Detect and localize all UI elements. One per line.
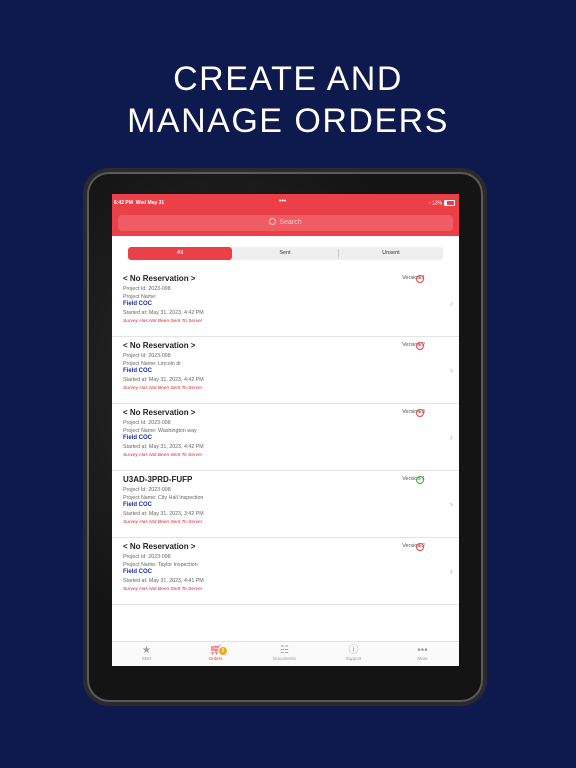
star-icon: ★ bbox=[142, 645, 151, 656]
tab-label: Start bbox=[141, 656, 152, 661]
order-warning: Survey Has Not Been Sent To Server bbox=[123, 386, 203, 391]
segment-unsent[interactable]: Unsent bbox=[339, 247, 443, 260]
order-type: Field COC bbox=[123, 435, 153, 441]
battery-percent: 13% bbox=[431, 200, 442, 207]
tab-bar: ★ Start 🛒︎ 5 Orders ☷ Documents ⓘ Suppor… bbox=[112, 641, 459, 666]
order-warning: Survey Has Not Been Sent To Server bbox=[123, 319, 203, 324]
order-project-name: Project Name: bbox=[123, 294, 157, 300]
more-icon: ••• bbox=[417, 645, 428, 656]
tab-orders[interactable]: 🛒︎ 5 Orders bbox=[181, 645, 250, 661]
order-project-name: Project Name: Washington way bbox=[123, 428, 197, 434]
not-sent-x-icon: ✕ bbox=[416, 342, 424, 350]
order-title: < No Reservation > bbox=[123, 408, 196, 417]
chevron-right-icon: › bbox=[450, 566, 453, 576]
status-time: 6:42 PM Wed May 31 bbox=[114, 200, 165, 206]
app-screen: 6:42 PM Wed May 31 ••• ◔ 13% Search All … bbox=[112, 194, 459, 666]
order-type: Field COC bbox=[123, 502, 153, 508]
order-row[interactable]: < No Reservation > Version 2 ✕ Project I… bbox=[112, 337, 459, 404]
info-icon: ⓘ bbox=[348, 645, 359, 656]
cart-icon: 🛒︎ bbox=[209, 645, 222, 656]
segment-all[interactable]: All bbox=[128, 247, 232, 260]
chevron-right-icon: › bbox=[450, 365, 453, 375]
order-warning: Survey Has Not Been Sent To Server bbox=[123, 520, 203, 525]
chevron-right-icon: › bbox=[450, 298, 453, 308]
not-sent-x-icon: ✕ bbox=[416, 409, 424, 417]
order-row[interactable]: < No Reservation > Version 1 ✕ Project I… bbox=[112, 270, 459, 337]
not-sent-x-icon: ✕ bbox=[416, 543, 424, 551]
order-project-id: Project Id: 2023-098 bbox=[123, 420, 171, 426]
order-project-id: Project Id: 2023-098 bbox=[123, 353, 171, 359]
tab-label: Documents bbox=[273, 656, 296, 661]
segment-sent[interactable]: Sent bbox=[233, 247, 337, 260]
orders-count-badge: 5 bbox=[219, 647, 227, 655]
status-bar: 6:42 PM Wed May 31 ••• ◔ 13% bbox=[112, 198, 459, 208]
tab-more[interactable]: ••• More bbox=[388, 645, 457, 661]
tab-documents[interactable]: ☷ Documents bbox=[250, 645, 319, 661]
order-started: Started at: May 31, 2023, 3:42 PM bbox=[123, 511, 204, 517]
wifi-icon: ◔ bbox=[427, 200, 431, 207]
filter-segmented-control: All Sent Unsent bbox=[128, 247, 443, 260]
order-type: Field COC bbox=[123, 301, 153, 307]
chevron-right-icon: › bbox=[450, 499, 453, 509]
not-sent-x-icon: ✕ bbox=[416, 275, 424, 283]
tab-label: More bbox=[417, 656, 428, 661]
order-project-name: Project Name: Taylor Inspection bbox=[123, 562, 198, 568]
chevron-right-icon: › bbox=[450, 432, 453, 442]
orders-list: < No Reservation > Version 1 ✕ Project I… bbox=[112, 270, 459, 605]
status-right: ◔ 13% bbox=[428, 200, 455, 206]
order-warning: Survey Has Not Been Sent To Server bbox=[123, 587, 203, 592]
order-row[interactable]: U3AD-3PRD-FUFP Version 1 ✓ Project Id: 2… bbox=[112, 471, 459, 538]
order-started: Started at: May 31, 2023, 4:41 PM bbox=[123, 578, 204, 584]
order-project-id: Project Id: 2023-098 bbox=[123, 487, 171, 493]
order-type: Field COC bbox=[123, 368, 153, 374]
order-type: Field COC bbox=[123, 569, 153, 575]
order-title: < No Reservation > bbox=[123, 274, 196, 283]
order-project-name: Project Name: Lincoln dr bbox=[123, 361, 181, 367]
document-icon: ☷ bbox=[280, 645, 289, 656]
multitask-dots-icon[interactable]: ••• bbox=[279, 198, 286, 205]
tab-label: Orders bbox=[208, 656, 223, 661]
order-title: < No Reservation > bbox=[123, 341, 196, 350]
headline: CREATE AND MANAGE ORDERS bbox=[0, 58, 576, 142]
order-project-name: Project Name: City Hall Inspection bbox=[123, 495, 204, 501]
order-project-id: Project Id: 2023-098 bbox=[123, 554, 171, 560]
order-started: Started at: May 31, 2023, 4:42 PM bbox=[123, 377, 204, 383]
headline-line-2: MANAGE ORDERS bbox=[127, 102, 449, 140]
top-bar: 6:42 PM Wed May 31 ••• ◔ 13% Search bbox=[112, 194, 459, 236]
search-placeholder: Search bbox=[279, 219, 302, 226]
order-project-id: Project Id: 2023-098 bbox=[123, 286, 171, 292]
tab-label: Support bbox=[345, 656, 362, 661]
order-title: < No Reservation > bbox=[123, 542, 196, 551]
headline-line-1: CREATE AND bbox=[173, 60, 403, 98]
order-row[interactable]: < No Reservation > Version 2 ✕ Project I… bbox=[112, 538, 459, 605]
tab-support[interactable]: ⓘ Support bbox=[319, 645, 388, 661]
order-started: Started at: May 31, 2023, 4:42 PM bbox=[123, 310, 204, 316]
search-icon bbox=[269, 218, 277, 225]
battery-icon bbox=[444, 200, 455, 206]
sent-check-icon: ✓ bbox=[416, 476, 424, 484]
tab-start[interactable]: ★ Start bbox=[112, 645, 181, 661]
search-bar[interactable]: Search bbox=[118, 215, 453, 231]
order-warning: Survey Has Not Been Sent To Server bbox=[123, 453, 203, 458]
order-title: U3AD-3PRD-FUFP bbox=[123, 475, 193, 484]
order-started: Started at: May 31, 2023, 4:42 PM bbox=[123, 444, 204, 450]
order-row[interactable]: < No Reservation > Version 3 ✕ Project I… bbox=[112, 404, 459, 471]
